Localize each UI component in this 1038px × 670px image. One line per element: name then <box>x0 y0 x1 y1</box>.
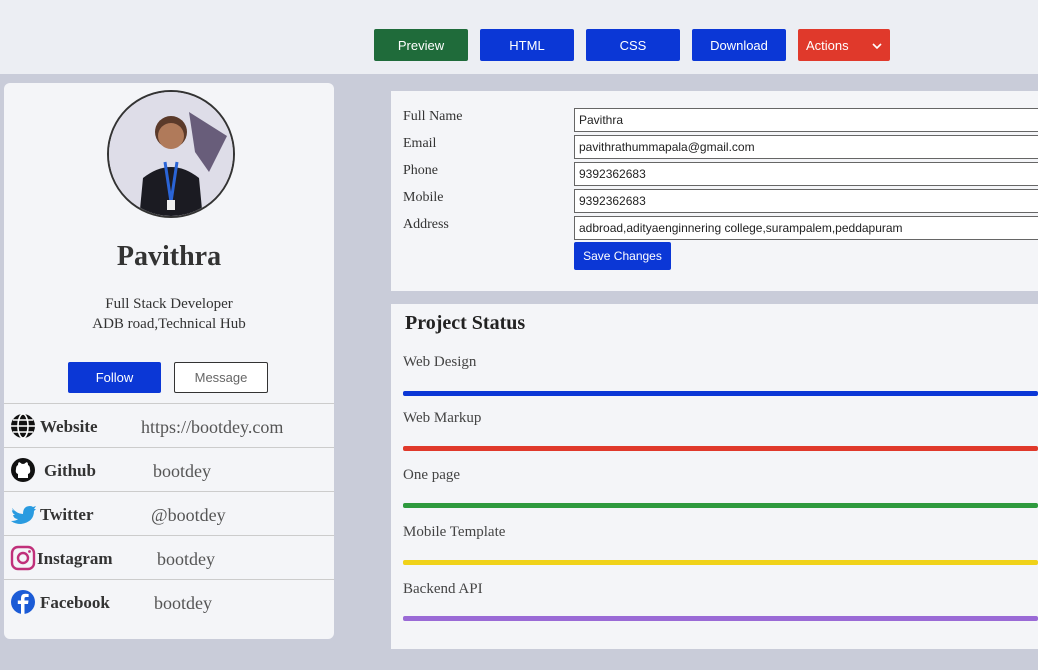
save-changes-button[interactable]: Save Changes <box>574 242 671 270</box>
profile-name: Pavithra <box>116 241 222 272</box>
progress-bar-web-markup <box>403 446 1038 451</box>
project-label-one-page: One page <box>403 467 461 483</box>
toolbar: Preview HTML CSS Download Actions <box>374 29 890 61</box>
mobile-label: Mobile <box>403 190 444 205</box>
github-icon <box>8 455 38 485</box>
social-row-twitter[interactable]: Twitter @bootdey <box>4 491 334 535</box>
profile-location: ADB road,Technical Hub <box>92 316 246 332</box>
download-button[interactable]: Download <box>692 29 786 61</box>
social-value-twitter[interactable]: @bootdey <box>151 505 226 526</box>
social-value-facebook[interactable]: bootdey <box>154 593 212 614</box>
profile-role: Full Stack Developer <box>105 296 233 312</box>
social-label-website: Website <box>40 417 98 436</box>
details-form: Full Name Email Phone Mobile Address Sav… <box>391 91 1038 291</box>
avatar <box>107 90 235 218</box>
social-value-instagram[interactable]: bootdey <box>157 549 215 570</box>
preview-button[interactable]: Preview <box>374 29 468 61</box>
address-label: Address <box>403 217 449 232</box>
full-name-label: Full Name <box>403 109 463 124</box>
follow-button[interactable]: Follow <box>68 362 161 393</box>
social-value-github[interactable]: bootdey <box>153 461 211 482</box>
phone-label: Phone <box>403 163 438 178</box>
instagram-icon <box>8 543 38 573</box>
progress-bar-backend-api <box>403 616 1038 621</box>
actions-label: Actions <box>806 37 849 53</box>
progress-bar-mobile-template <box>403 560 1038 565</box>
project-status-title: Project Status <box>405 312 526 334</box>
project-label-web-markup: Web Markup <box>403 410 482 426</box>
phone-field[interactable] <box>574 162 1038 186</box>
globe-icon <box>8 411 38 441</box>
full-name-field[interactable] <box>574 108 1038 132</box>
profile-card: Pavithra Full Stack Developer ADB road,T… <box>4 83 334 639</box>
social-label-facebook: Facebook <box>40 593 110 612</box>
chevron-down-icon <box>872 38 882 53</box>
css-button[interactable]: CSS <box>586 29 680 61</box>
social-row-github[interactable]: Github bootdey <box>4 447 334 491</box>
project-label-web-design: Web Design <box>403 354 477 370</box>
email-field[interactable] <box>574 135 1038 159</box>
html-button[interactable]: HTML <box>480 29 574 61</box>
social-row-facebook[interactable]: Facebook bootdey <box>4 579 334 623</box>
project-label-mobile-template: Mobile Template <box>403 524 506 540</box>
mobile-field[interactable] <box>574 189 1038 213</box>
actions-dropdown[interactable]: Actions <box>798 29 890 61</box>
facebook-icon <box>8 587 38 617</box>
twitter-icon <box>8 499 38 529</box>
progress-bar-web-design <box>403 391 1038 396</box>
social-value-website[interactable]: https://bootdey.com <box>141 417 283 438</box>
social-label-twitter: Twitter <box>40 505 94 524</box>
message-button[interactable]: Message <box>174 362 268 393</box>
project-status-card: Project Status Web Design Web Markup One… <box>391 304 1038 649</box>
social-links: Website https://bootdey.com Github bootd… <box>4 403 334 623</box>
social-row-website[interactable]: Website https://bootdey.com <box>4 403 334 447</box>
social-label-instagram: Instagram <box>37 549 113 568</box>
address-field[interactable] <box>574 216 1038 240</box>
progress-bar-one-page <box>403 503 1038 508</box>
social-row-instagram[interactable]: Instagram bootdey <box>4 535 334 579</box>
social-label-github: Github <box>44 461 96 480</box>
email-label: Email <box>403 136 437 151</box>
project-label-backend-api: Backend API <box>403 581 483 597</box>
